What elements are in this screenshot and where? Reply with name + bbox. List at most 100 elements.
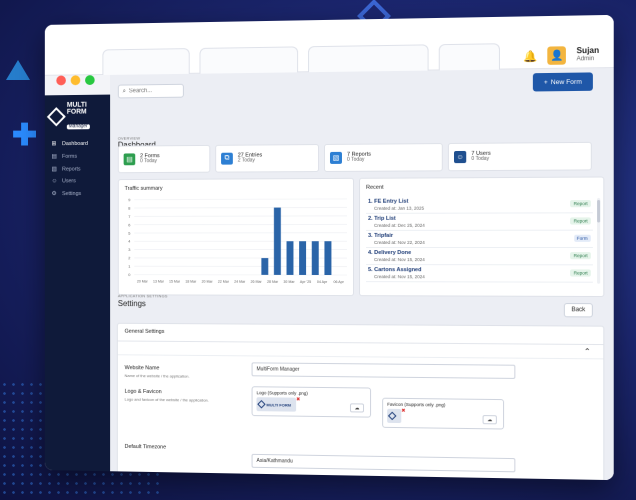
x-tick-label: 15 Mar xyxy=(169,280,181,284)
app-logo[interactable]: MULTI FORM Manager xyxy=(45,95,110,138)
sidebar-item-label: Dashboard xyxy=(62,140,88,147)
favicon-upload-label: Favicon (Supports only .png) xyxy=(387,401,446,408)
chart-bar[interactable] xyxy=(287,241,295,276)
stat-card-reports[interactable]: ▧ 7 Reports 0 Today xyxy=(323,143,443,172)
x-tick-label: 13 Mar xyxy=(153,280,165,284)
users-icon: ☺ xyxy=(454,150,467,164)
dashboard-icon: ⊞ xyxy=(51,141,57,148)
upload-icon[interactable]: ☁ xyxy=(482,415,497,425)
bell-icon[interactable]: 🔔 xyxy=(523,49,537,62)
stat-today: 0 Today xyxy=(471,156,490,163)
sidebar-item-label: Settings xyxy=(62,190,82,197)
stat-card-forms[interactable]: ▤ 2 Forms 0 Today xyxy=(117,144,211,174)
y-tick-label: 3 xyxy=(128,247,131,252)
user-role: Admin xyxy=(576,56,595,63)
title-bar: 🔔 👤 Sujan Admin xyxy=(44,14,614,76)
general-settings-toggle[interactable]: ⌃ xyxy=(117,341,604,360)
chart-bar[interactable] xyxy=(312,241,319,276)
traffic-panel: Traffic summary 9 8 7 6 5 4 3 2 1 0 20 Mar 13 Mar 15… xyxy=(117,177,354,297)
list-item[interactable]: 4. Delivery Done Created at: Nov 15, 202… xyxy=(366,248,593,266)
form-icon: ▤ xyxy=(123,153,136,166)
logo-diamond-icon xyxy=(46,107,66,127)
chart-bar[interactable] xyxy=(299,241,307,276)
chart-bar[interactable] xyxy=(261,258,269,275)
sidebar-item-users[interactable]: ☺ Users xyxy=(45,175,110,187)
x-tick-label: 18 Mar xyxy=(185,280,197,284)
recent-item-date: Created at: Dec 25, 2024 xyxy=(374,222,425,228)
y-tick-label: 5 xyxy=(128,230,131,235)
avatar[interactable]: 👤 xyxy=(547,46,567,65)
stat-today: 0 Today xyxy=(346,156,365,164)
plus-icon: + xyxy=(543,78,548,86)
list-item[interactable]: 1. FE Entry List Created at: Jan 13, 202… xyxy=(366,195,593,214)
website-name-input[interactable] xyxy=(251,362,516,379)
sidebar-item-label: Users xyxy=(62,178,76,185)
chevron-up-icon[interactable]: ⌃ xyxy=(584,347,591,356)
list-item[interactable]: 3. Tripfair Created at: Nov 22, 2024 For… xyxy=(366,230,593,249)
status-badge: Report xyxy=(570,217,591,225)
chart-bar[interactable] xyxy=(273,207,281,275)
status-badge: Report xyxy=(570,200,591,208)
traffic-title: Traffic summary xyxy=(124,185,163,192)
users-icon: ☺ xyxy=(51,178,58,185)
x-tick-label: 22 Mar xyxy=(218,280,230,284)
user-name: Sujan xyxy=(576,46,600,56)
recent-title: Recent xyxy=(366,184,384,191)
upload-icon[interactable]: ☁ xyxy=(349,403,365,413)
favicon-diamond-icon xyxy=(387,411,397,421)
back-button[interactable]: Back xyxy=(563,303,593,318)
timezone-select[interactable] xyxy=(251,453,516,473)
chart-bar[interactable] xyxy=(324,241,332,275)
search-bar[interactable]: ⌕ xyxy=(117,83,184,99)
report-icon: ▧ xyxy=(329,151,342,164)
stat-card-entries[interactable]: ⧉ 27 Entries 2 Today xyxy=(215,144,320,173)
new-form-button[interactable]: + New Form xyxy=(532,72,593,92)
stat-today: 2 Today xyxy=(237,157,255,164)
y-tick-label: 7 xyxy=(128,214,130,219)
timezone-label: Default Timezone xyxy=(124,443,167,451)
x-tick-label: 20 Mar xyxy=(137,279,149,283)
browser-tab[interactable] xyxy=(438,43,500,71)
list-item[interactable]: 2. Trip List Created at: Dec 25, 2024 Re… xyxy=(366,213,593,231)
entries-icon: ⧉ xyxy=(221,152,233,165)
x-tick-label: 30 Mar xyxy=(283,280,295,284)
recent-item-title: 2. Trip List xyxy=(368,215,396,222)
delete-icon[interactable]: ✖ xyxy=(401,408,405,414)
sidebar-item-reports[interactable]: ▧ Reports xyxy=(45,162,110,175)
logo-preview-text: MULTI FORM xyxy=(266,401,291,408)
browser-tab[interactable] xyxy=(102,48,190,76)
settings-panel: General Settings ⌃ Website Name Name of … xyxy=(116,322,605,481)
y-tick-label: 9 xyxy=(128,197,130,202)
x-tick-label: 26 Mar xyxy=(251,280,263,284)
recent-item-title: 4. Delivery Done xyxy=(368,250,412,257)
delete-icon[interactable]: ✖ xyxy=(296,397,300,403)
favicon-upload-box: Favicon (Supports only .png) ✖ ☁ xyxy=(382,397,505,430)
maximize-window-button[interactable] xyxy=(85,75,95,86)
recent-item-title: 5. Cartons Assigned xyxy=(368,267,422,274)
y-tick-label: 1 xyxy=(128,264,130,269)
sidebar-item-label: Forms xyxy=(62,153,77,160)
logo-favicon-help: Logo and favicon of the website / the ap… xyxy=(124,396,209,403)
search-input[interactable] xyxy=(128,87,180,95)
browser-tab[interactable] xyxy=(308,44,429,73)
decorative-cross: ✚ xyxy=(12,119,38,152)
browser-tab[interactable] xyxy=(199,46,299,74)
website-name-label: Website Name xyxy=(124,365,160,372)
scrollbar-thumb[interactable] xyxy=(597,199,601,223)
sidebar-item-settings[interactable]: ⚙ Settings xyxy=(45,187,110,200)
window-controls xyxy=(56,75,95,86)
main-content: ⌕ + New Form OVERVIEW Dashboard ▤ 2 Form… xyxy=(110,68,614,481)
status-badge: Form xyxy=(573,234,591,242)
x-tick-label: 24 Mar xyxy=(234,280,246,284)
sidebar-item-dashboard[interactable]: ⊞ Dashboard xyxy=(45,137,110,150)
minimize-window-button[interactable] xyxy=(70,75,81,86)
stat-card-users[interactable]: ☺ 7 Users 0 Today xyxy=(447,141,592,172)
logo-favicon-label: Logo & Favicon xyxy=(124,388,162,396)
x-tick-label: Apr '25 xyxy=(300,280,311,284)
recent-item-date: Created at: Nov 15, 2024 xyxy=(374,274,425,280)
report-icon: ▧ xyxy=(51,166,57,173)
list-item[interactable]: 5. Cartons Assigned Created at: Nov 15, … xyxy=(366,265,593,283)
close-window-button[interactable] xyxy=(56,75,66,86)
grid-line xyxy=(134,207,347,208)
sidebar-item-forms[interactable]: ▤ Forms xyxy=(45,150,110,163)
